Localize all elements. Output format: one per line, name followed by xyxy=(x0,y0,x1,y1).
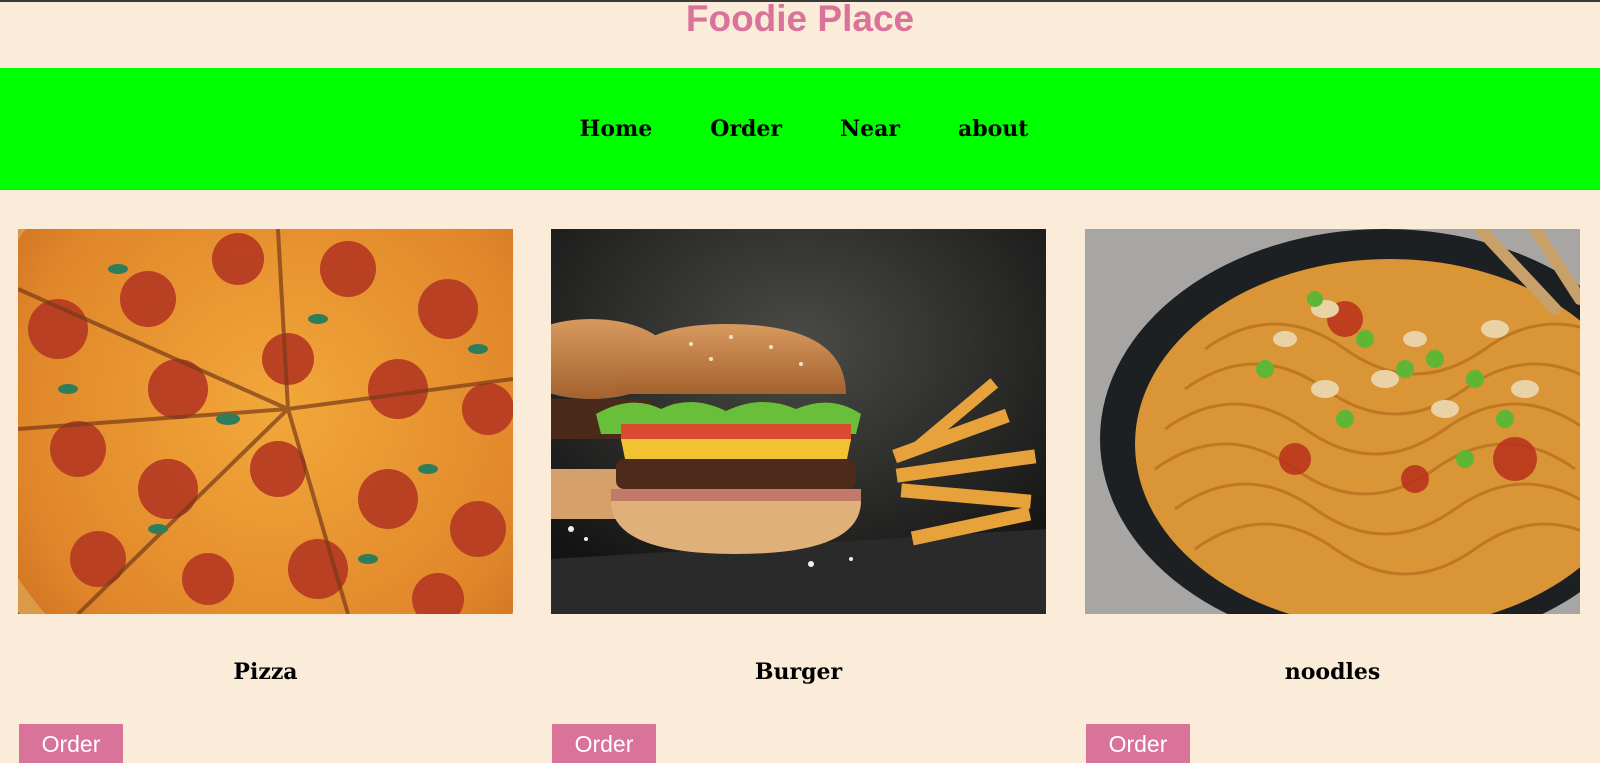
menu-card-pizza: Pizza Order xyxy=(18,229,513,763)
nav-item-about: about xyxy=(958,116,1028,142)
menu-card-burger: Burger Order xyxy=(551,229,1046,763)
burger-image xyxy=(551,229,1046,614)
noodles-image xyxy=(1085,229,1580,614)
nav-link-order[interactable]: Order xyxy=(710,116,782,142)
menu-item-name: Pizza xyxy=(233,659,298,685)
menu-card-noodles: noodles Order xyxy=(1085,229,1580,763)
page: Foodie Place Home Order Near about Pizza… xyxy=(0,0,1600,763)
navbar: Home Order Near about xyxy=(0,68,1600,190)
nav-link-about[interactable]: about xyxy=(958,116,1028,142)
pizza-image xyxy=(18,229,513,614)
nav-link-home[interactable]: Home xyxy=(580,116,653,142)
order-button-noodles[interactable]: Order xyxy=(1086,724,1190,763)
order-button-pizza[interactable]: Order xyxy=(19,724,123,763)
nav-list: Home Order Near about xyxy=(572,116,1029,142)
menu-item-name: Burger xyxy=(754,659,843,685)
nav-item-near: Near xyxy=(840,116,900,142)
nav-item-order: Order xyxy=(710,116,782,142)
nav-link-near[interactable]: Near xyxy=(840,116,900,142)
menu-item-name: noodles xyxy=(1284,659,1381,685)
site-title: Foodie Place xyxy=(685,0,915,39)
nav-item-home: Home xyxy=(580,116,653,142)
order-button-burger[interactable]: Order xyxy=(552,724,656,763)
